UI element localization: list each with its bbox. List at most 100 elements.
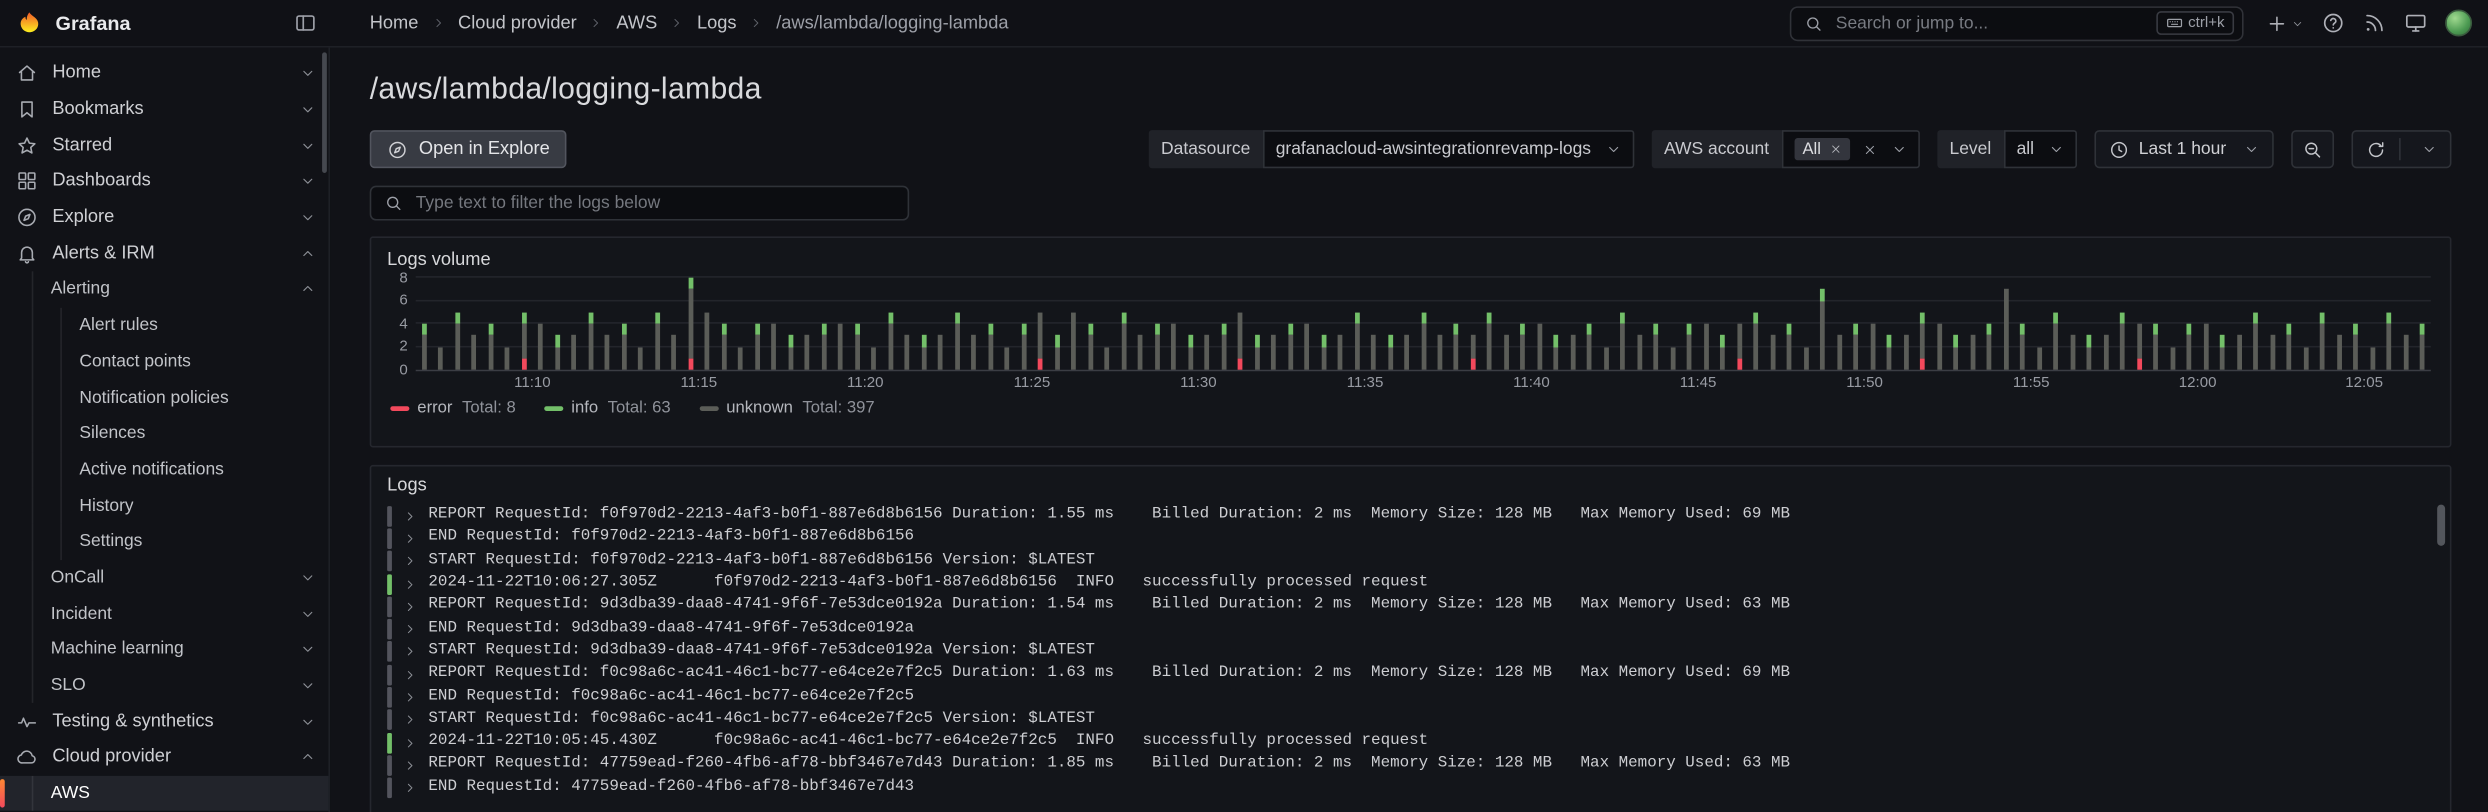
chevron-right-icon[interactable] [403,713,417,727]
mega-menu-toggle-icon[interactable] [294,11,318,35]
volume-bar [2203,323,2209,370]
chevron-right-icon[interactable] [403,554,417,568]
sidebar-item-history[interactable]: History [0,487,328,524]
breadcrumb-item-aws[interactable]: AWS [616,13,657,32]
legend-item-info[interactable]: info Total: 63 [544,398,671,417]
zoom-out-button[interactable] [2291,130,2335,169]
volume-bar [421,323,427,370]
remove-chip-icon[interactable] [1829,143,1842,156]
refresh-button[interactable] [2351,130,2452,169]
log-row[interactable]: REPORT RequestId: f0f970d2-2213-4af3-b0f… [387,505,2434,528]
log-row[interactable]: START RequestId: f0f970d2-2213-4af3-b0f1… [387,550,2434,573]
tv-mode-button[interactable] [2404,11,2428,35]
open-in-explore-button[interactable]: Open in Explore [369,130,568,169]
search-input[interactable] [1832,11,2147,35]
volume-bar [854,323,860,370]
help-button[interactable] [2321,11,2345,35]
volume-bar [1853,323,1859,370]
sidebar-item-silences[interactable]: Silences [0,415,328,452]
chevron-right-icon[interactable] [403,668,417,682]
sidebar-item-label: Starred [52,136,113,156]
chevron-right-icon[interactable] [403,509,417,523]
logs-volume-title: Logs volume [387,250,491,270]
legend-item-unknown[interactable]: unknown Total: 397 [699,398,875,417]
log-level-strip [387,732,392,754]
sidebar-item-active-notifications[interactable]: Active notifications [0,451,328,488]
chevron-right-icon[interactable] [403,599,417,613]
sidebar-item-incident[interactable]: Incident [0,595,328,632]
datasource-select[interactable]: grafanacloud-awsintegrationrevamp-logs [1263,130,1634,169]
breadcrumb-item-aws-lambda-logging-lambda: /aws/lambda/logging-lambda [776,13,1009,33]
sidebar-item-machine-learning[interactable]: Machine learning [0,631,328,668]
clear-selection-icon[interactable] [1862,142,1876,156]
chevron-right-icon[interactable] [403,736,417,750]
time-range-picker[interactable]: Last 1 hour [2094,130,2274,169]
logs-volume-plot[interactable] [415,276,2431,372]
sidebar-item-starred[interactable]: Starred [0,128,328,164]
volume-bar [1937,323,1942,370]
sidebar-item-dashboards[interactable]: Dashboards [0,164,328,200]
log-filter-input[interactable] [412,191,895,215]
chevron-right-icon[interactable] [403,781,417,795]
level-select[interactable]: all [2003,130,2077,169]
sidebar-item-label: Contact points [79,351,191,372]
sidebar-item-testing-synthetics[interactable]: Testing & synthetics [0,704,328,740]
chevron-right-icon[interactable] [403,622,417,636]
legend-item-error[interactable]: error Total: 8 [390,398,516,418]
sidebar-scrollbar[interactable] [322,52,327,173]
sidebar-item-bookmarks[interactable]: Bookmarks [0,92,328,128]
log-message: START RequestId: 9d3dba39-daa8-4741-9f6f… [428,642,1095,660]
user-avatar[interactable] [2445,9,2473,37]
legend-label: error [417,398,453,418]
volume-bar [2053,312,2059,370]
volume-bar [821,323,827,370]
breadcrumb-item-cloud-provider[interactable]: Cloud provider [458,13,577,32]
chevron-right-icon[interactable] [403,758,417,772]
breadcrumb-item-logs[interactable]: Logs [697,13,737,32]
sidebar-item-home[interactable]: Home [0,56,328,92]
sidebar-item-alerts-irm[interactable]: Alerts & IRM [0,236,328,272]
news-button[interactable] [2363,11,2387,35]
sidebar-item-notification-policies[interactable]: Notification policies [0,379,328,416]
sidebar-item-contact-points[interactable]: Contact points [0,343,328,380]
log-filter-box[interactable] [369,185,910,221]
y-tick-label: 4 [399,314,408,333]
selected-account-chip[interactable]: All [1794,138,1850,161]
log-row[interactable]: START RequestId: 9d3dba39-daa8-4741-9f6f… [387,641,2434,664]
sidebar-item-alert-rules[interactable]: Alert rules [0,307,328,344]
log-row[interactable]: REPORT RequestId: 9d3dba39-daa8-4741-9f6… [387,595,2434,618]
log-row[interactable]: END RequestId: f0c98a6c-ac41-46c1-bc77-e… [387,686,2434,709]
sidebar-item-oncall[interactable]: OnCall [0,559,328,596]
aws-account-select[interactable]: All [1781,130,1920,169]
log-row[interactable]: REPORT RequestId: f0c98a6c-ac41-46c1-bc7… [387,663,2434,686]
logs-scrollbar[interactable] [2437,504,2446,546]
log-row[interactable]: START RequestId: f0c98a6c-ac41-46c1-bc77… [387,709,2434,732]
breadcrumb-item-home[interactable]: Home [370,13,419,32]
volume-bar [1520,323,1526,370]
chevron-right-icon[interactable] [403,690,417,704]
sidebar-item-aws[interactable]: AWS [0,775,329,812]
sidebar-item-slo[interactable]: SLO [0,667,328,704]
sidebar-item-alerting[interactable]: Alerting [0,271,328,308]
search-box[interactable]: ctrl+k [1789,5,2244,41]
chevron-down-icon [300,642,316,658]
log-row[interactable]: END RequestId: 47759ead-f260-4fb6-af78-b… [387,777,2434,800]
volume-bar [588,312,593,370]
volume-bar [1237,312,1243,370]
log-row[interactable]: END RequestId: f0f970d2-2213-4af3-b0f1-8… [387,527,2434,550]
sidebar-item-settings[interactable]: Settings [0,523,328,560]
sidebar-item-explore[interactable]: Explore [0,200,328,236]
log-row[interactable]: 2024-11-22T10:05:45.430Z f0c98a6c-ac41-4… [387,731,2434,754]
log-message: REPORT RequestId: 9d3dba39-daa8-4741-9f6… [428,597,1791,615]
log-level-strip [387,528,392,549]
log-row[interactable]: END RequestId: 9d3dba39-daa8-4741-9f6f-7… [387,618,2434,641]
volume-bar [1687,323,1693,370]
log-row[interactable]: REPORT RequestId: 47759ead-f260-4fb6-af7… [387,754,2434,777]
volume-bar [2386,312,2392,370]
sidebar-item-cloud-provider[interactable]: Cloud provider [0,740,328,776]
chevron-right-icon[interactable] [403,577,417,591]
add-button[interactable] [2266,12,2304,34]
chevron-right-icon[interactable] [403,531,417,545]
chevron-right-icon[interactable] [403,645,417,659]
log-row[interactable]: 2024-11-22T10:06:27.305Z f0f970d2-2213-4… [387,573,2434,596]
